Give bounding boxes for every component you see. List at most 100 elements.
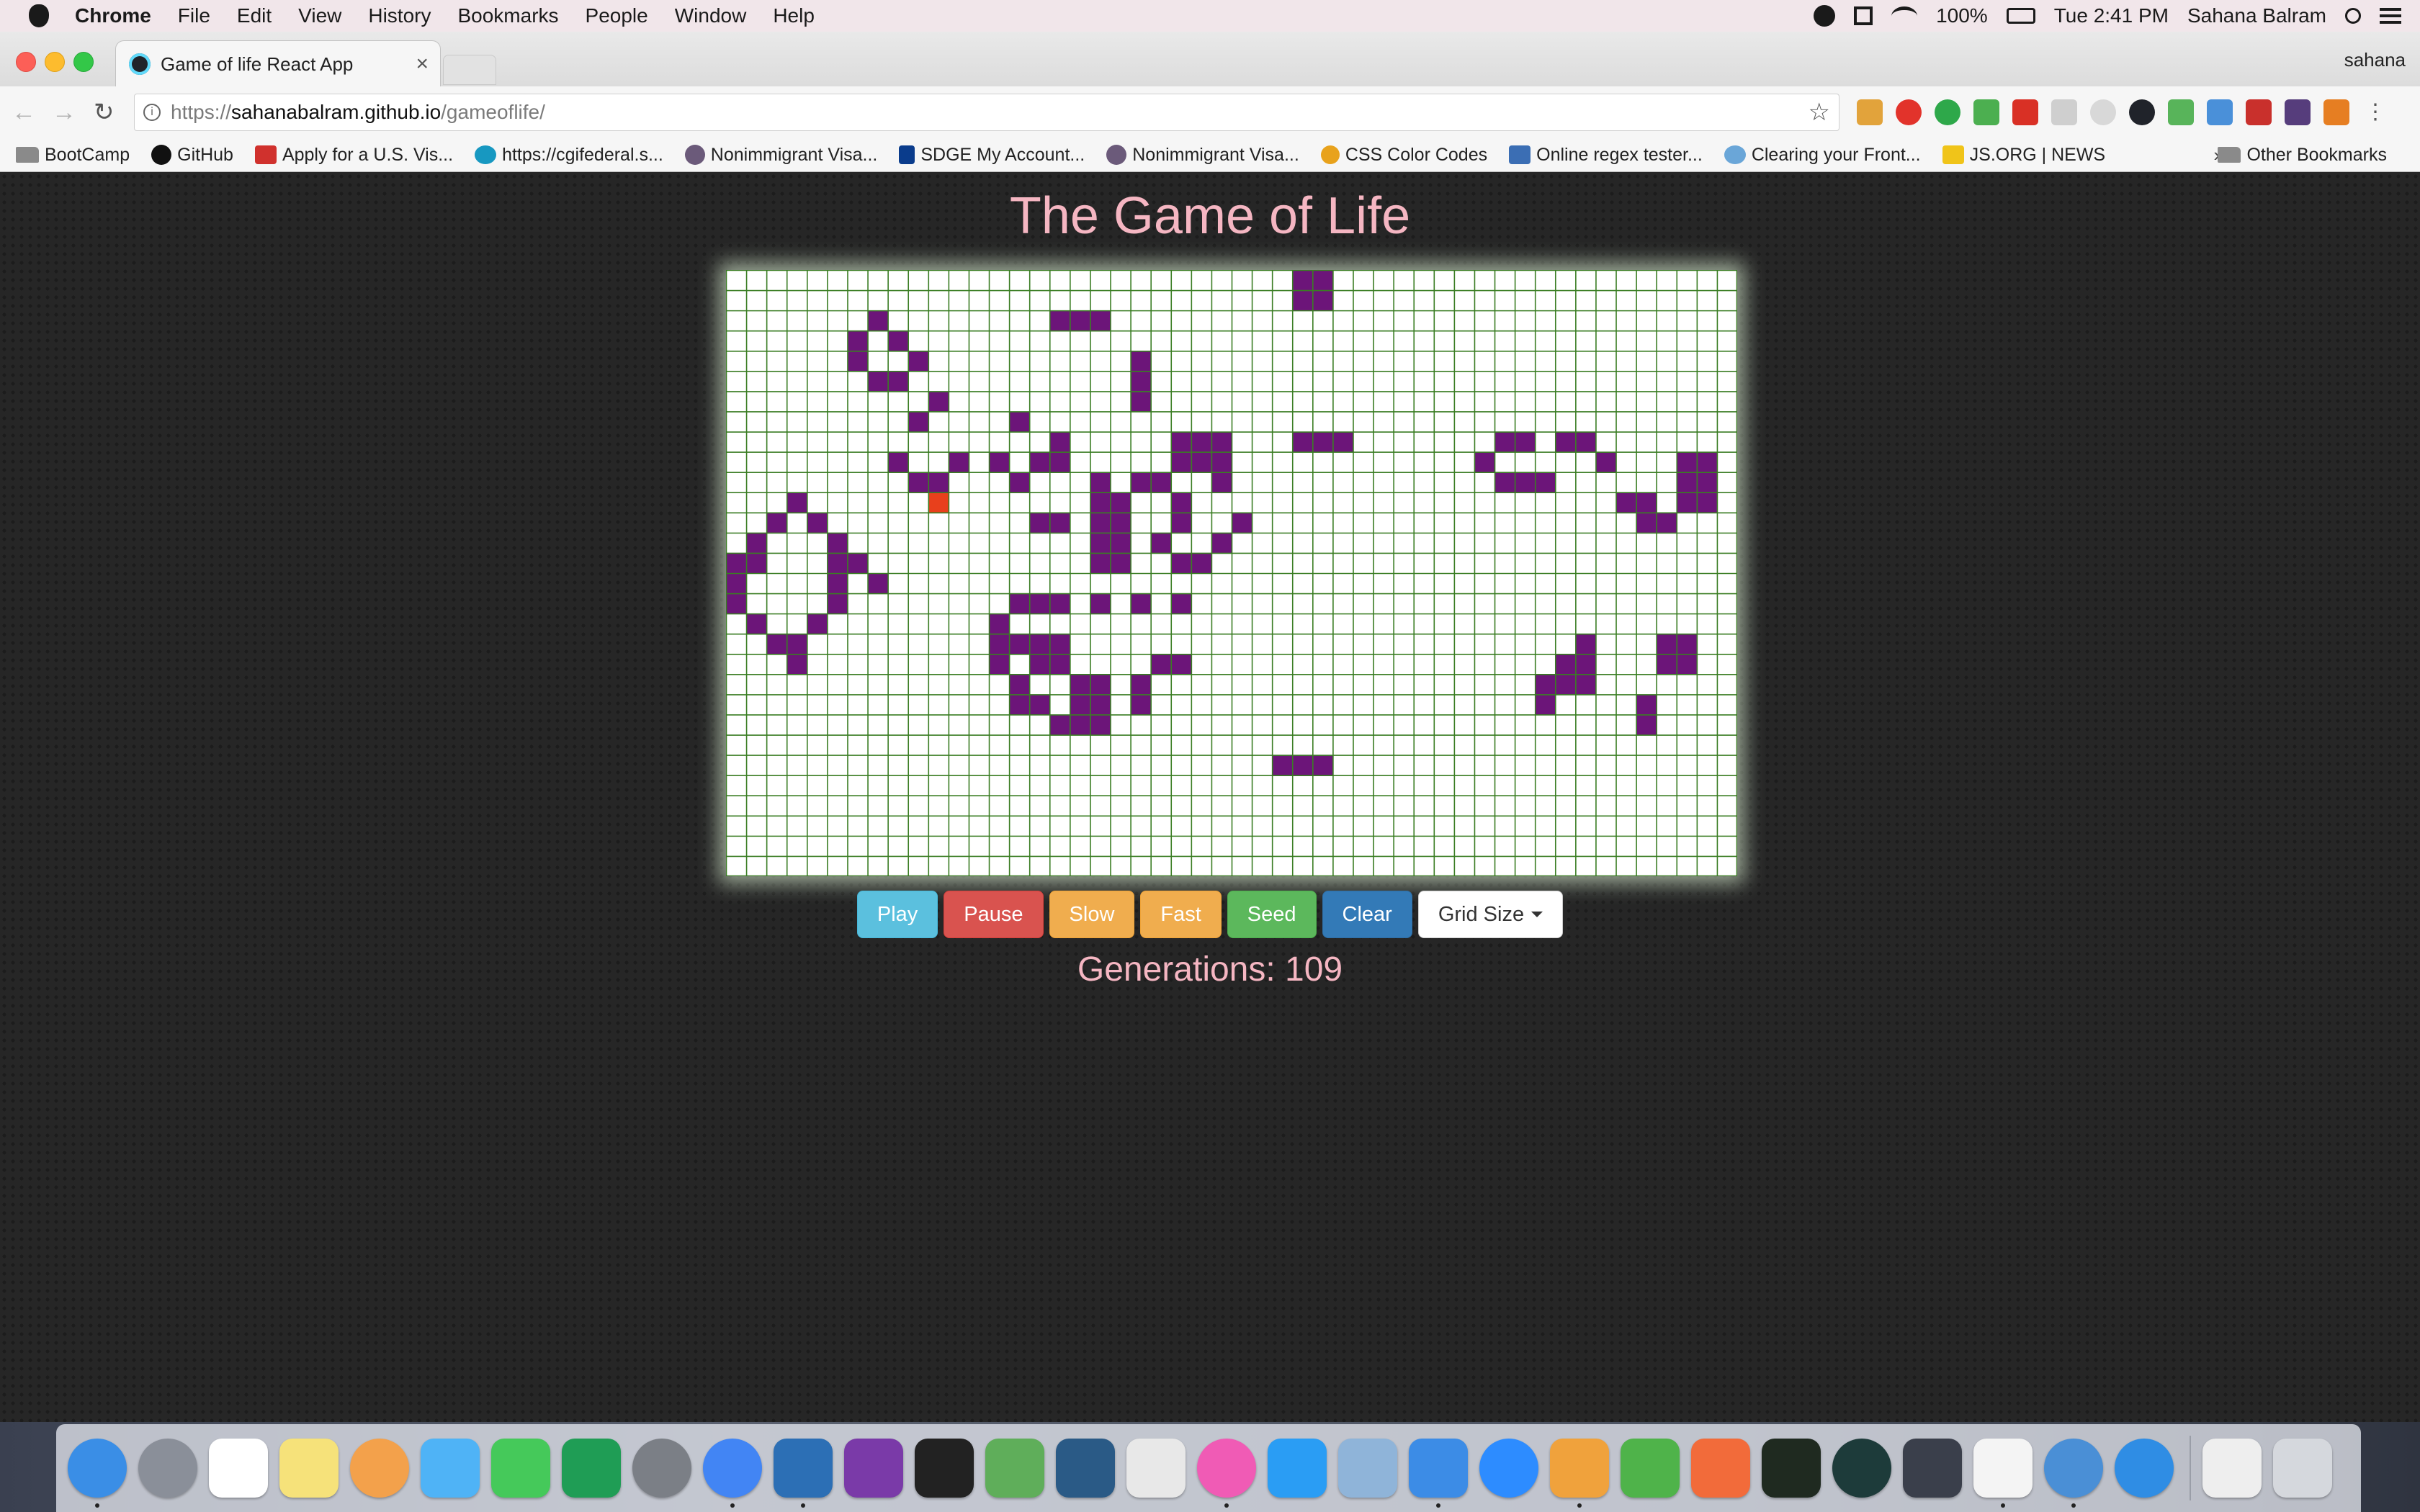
alive-cell[interactable]	[1615, 492, 1636, 513]
alive-cell[interactable]	[1636, 694, 1657, 715]
alive-cell[interactable]	[1535, 472, 1556, 492]
menu-history[interactable]: History	[368, 4, 431, 27]
alive-cell[interactable]	[726, 573, 747, 594]
alive-cell[interactable]	[1312, 270, 1333, 291]
alive-cell[interactable]	[1090, 532, 1111, 553]
bookmark-sdge[interactable]: SDGE My Account...	[899, 145, 1085, 166]
alive-cell[interactable]	[1575, 674, 1596, 695]
alive-cell[interactable]	[726, 552, 747, 573]
alive-cell[interactable]	[867, 573, 888, 594]
alive-cell[interactable]	[1090, 310, 1111, 331]
bookmark-github[interactable]: GitHub	[151, 145, 233, 166]
alive-cell[interactable]	[1009, 411, 1030, 432]
alive-cell[interactable]	[1070, 674, 1090, 695]
alive-cell[interactable]	[1170, 654, 1191, 675]
bookmark-bootcamp[interactable]: BootCamp	[16, 145, 130, 166]
alive-cell[interactable]	[786, 654, 807, 675]
alive-cell[interactable]	[847, 330, 868, 351]
zoom-icon[interactable]	[1479, 1439, 1538, 1498]
alive-cell[interactable]	[1049, 654, 1070, 675]
window-close-button[interactable]	[16, 52, 36, 72]
alive-cell[interactable]	[1494, 431, 1515, 452]
facetime-icon[interactable]	[491, 1439, 550, 1498]
alive-cell[interactable]	[1029, 654, 1050, 675]
chrome-menu-icon[interactable]: ⋮	[2362, 99, 2388, 125]
back-arrow-icon[interactable]: ←	[12, 98, 36, 127]
reload-icon[interactable]: ↻	[94, 98, 115, 127]
alive-cell[interactable]	[1029, 512, 1050, 533]
app-store-icon[interactable]	[1268, 1439, 1327, 1498]
preview-icon[interactable]	[1338, 1439, 1397, 1498]
extension-react-devtools-icon[interactable]	[2129, 99, 2155, 125]
pause-button[interactable]: Pause	[944, 891, 1044, 938]
alive-cell[interactable]	[1575, 654, 1596, 675]
alive-cell[interactable]	[1090, 472, 1111, 492]
numbers-icon[interactable]	[1621, 1439, 1680, 1498]
alive-cell[interactable]	[1312, 431, 1333, 452]
alive-cell[interactable]	[827, 593, 848, 614]
alive-cell[interactable]	[1555, 674, 1576, 695]
alive-cell[interactable]	[1110, 532, 1131, 553]
alive-cell[interactable]	[1696, 472, 1717, 492]
alive-cell[interactable]	[1332, 431, 1353, 452]
cell-grid[interactable]	[726, 270, 1737, 876]
alive-cell[interactable]	[746, 532, 767, 553]
alive-cell[interactable]	[1090, 714, 1111, 735]
alive-cell[interactable]	[1636, 714, 1657, 735]
clear-button[interactable]: Clear	[1322, 891, 1412, 938]
window-minimize-button[interactable]	[45, 52, 65, 72]
alive-cell[interactable]	[908, 472, 928, 492]
alive-cell[interactable]	[1070, 714, 1090, 735]
bookmark-cgifederal[interactable]: https://cgifederal.s...	[475, 145, 663, 166]
menu-bookmarks[interactable]: Bookmarks	[457, 4, 558, 27]
extension-new-icon[interactable]	[2168, 99, 2194, 125]
alive-cell[interactable]	[1009, 674, 1030, 695]
alive-cell[interactable]	[1110, 552, 1131, 573]
alive-cell[interactable]	[1191, 431, 1211, 452]
alive-cell[interactable]	[1090, 512, 1111, 533]
system-preferences-icon[interactable]	[632, 1439, 691, 1498]
alive-cell[interactable]	[746, 613, 767, 634]
alive-cell[interactable]	[1535, 694, 1556, 715]
alive-cell[interactable]	[1049, 593, 1070, 614]
alive-cell[interactable]	[1130, 371, 1151, 392]
alive-cell[interactable]	[1555, 654, 1576, 675]
extension-cors-icon[interactable]	[2246, 99, 2272, 125]
alive-cell[interactable]	[1211, 431, 1232, 452]
alive-cell[interactable]	[1696, 451, 1717, 472]
fast-button[interactable]: Fast	[1140, 891, 1222, 938]
alive-cell[interactable]	[1049, 714, 1070, 735]
alive-cell[interactable]	[1170, 552, 1191, 573]
alive-cell[interactable]	[887, 330, 908, 351]
alive-cell[interactable]	[1130, 472, 1151, 492]
slides-icon[interactable]	[1126, 1439, 1186, 1498]
window-maximize-button[interactable]	[73, 52, 94, 72]
game-board[interactable]	[726, 270, 1737, 876]
extension-flag-icon[interactable]	[1857, 99, 1883, 125]
menu-edit[interactable]: Edit	[237, 4, 272, 27]
alive-cell[interactable]	[1676, 634, 1697, 654]
alive-cell[interactable]	[847, 351, 868, 372]
alive-cell[interactable]	[1130, 593, 1151, 614]
alive-cell[interactable]	[1292, 270, 1313, 291]
alive-cell[interactable]	[766, 634, 787, 654]
clock[interactable]: Tue 2:41 PM	[2054, 4, 2169, 27]
alive-cell[interactable]	[1150, 472, 1171, 492]
alive-cell[interactable]	[1211, 532, 1232, 553]
alive-cell[interactable]	[1150, 532, 1171, 553]
extension-vue-icon[interactable]	[2051, 99, 2077, 125]
alive-cell[interactable]	[1049, 310, 1070, 331]
spotlight-search-icon[interactable]	[2345, 8, 2361, 24]
keynote-icon[interactable]	[1409, 1439, 1468, 1508]
alive-cell[interactable]	[1090, 694, 1111, 715]
hangouts-icon[interactable]	[562, 1439, 621, 1498]
alive-cell[interactable]	[1191, 552, 1211, 573]
alive-cell[interactable]	[1029, 694, 1050, 715]
mysql-icon[interactable]	[1056, 1439, 1115, 1498]
alive-cell[interactable]	[1070, 310, 1090, 331]
alive-cell[interactable]	[1009, 634, 1030, 654]
extension-colorzilla-icon[interactable]	[2323, 99, 2349, 125]
alive-cell[interactable]	[827, 532, 848, 553]
alive-cell[interactable]	[1636, 492, 1657, 513]
menu-view[interactable]: View	[298, 4, 341, 27]
